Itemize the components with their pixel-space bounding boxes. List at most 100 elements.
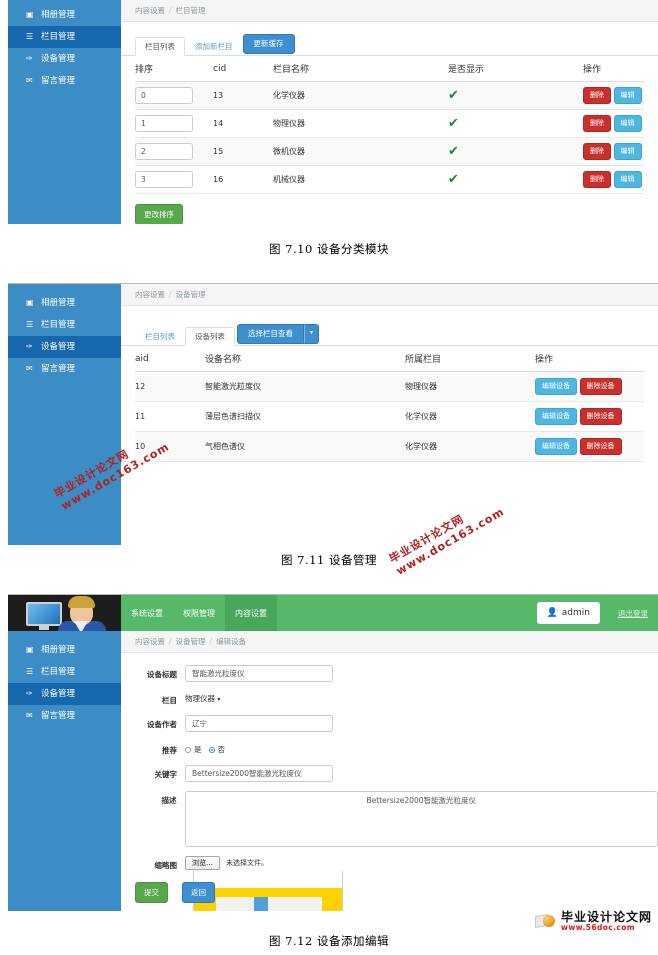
table-row: 0 13 化学仪器 ✔ 删除 编辑 bbox=[135, 81, 644, 110]
field-device-title: 设备标题 智能激光粒度仪 bbox=[127, 665, 658, 682]
cell-order: 2 bbox=[135, 137, 213, 166]
device-author-input[interactable]: 辽宁 bbox=[185, 715, 333, 732]
edit-button[interactable]: 编辑 bbox=[613, 171, 642, 188]
sidebar-item-column[interactable]: ☰ 栏目管理 bbox=[8, 314, 121, 336]
edit-button[interactable]: 编辑 bbox=[613, 87, 642, 104]
cell-cid: 14 bbox=[213, 109, 273, 138]
figure-caption-712: 图 7.12 设备添加编辑 bbox=[269, 934, 389, 948]
top-nav-items: 系统设置 权限管理 内容设置 bbox=[121, 595, 277, 631]
back-button[interactable]: 返回 bbox=[182, 882, 215, 903]
order-input[interactable]: 2 bbox=[135, 143, 193, 160]
order-input[interactable]: 0 bbox=[135, 87, 193, 104]
screenshot-column-management: ▣ 相册管理 ☰ 栏目管理 ✑ 设备管理 ✉ 留言管理 内容设置 / 栏目管理 bbox=[8, 0, 658, 224]
tab-column-list[interactable]: 栏目列表 bbox=[135, 36, 185, 56]
edit-button[interactable]: 编辑 bbox=[613, 143, 642, 160]
delete-device-button[interactable]: 删除设备 bbox=[579, 438, 622, 455]
sidebar-item-device[interactable]: ✑ 设备管理 bbox=[8, 683, 121, 705]
order-input[interactable]: 1 bbox=[135, 115, 193, 132]
table-header-row: 排序 cid 栏目名称 是否显示 操作 bbox=[135, 56, 644, 82]
delete-button[interactable]: 删除 bbox=[583, 171, 611, 188]
cell-cid: 16 bbox=[213, 165, 273, 194]
table-row: 3 16 机械仪器 ✔ 删除 编辑 bbox=[135, 165, 644, 194]
breadcrumb-item[interactable]: 内容设置 bbox=[135, 289, 165, 300]
sidebar: ▣ 相册管理 ☰ 栏目管理 ✑ 设备管理 ✉ 留言管理 bbox=[8, 284, 121, 545]
breadcrumb: 内容设置 / 设备管理 bbox=[121, 284, 658, 306]
sidebar-item-message[interactable]: ✉ 留言管理 bbox=[8, 70, 121, 92]
sidebar-item-label: 相册管理 bbox=[41, 645, 76, 655]
nav-item-content-settings[interactable]: 内容设置 bbox=[225, 595, 277, 631]
cell-visible: ✔ bbox=[448, 109, 583, 138]
field-device-author: 设备作者 辽宁 bbox=[127, 715, 658, 732]
device-title-input[interactable]: 智能激光粒度仪 bbox=[185, 665, 333, 682]
sidebar-item-album[interactable]: ▣ 相册管理 bbox=[8, 4, 121, 26]
select-column-button[interactable]: 选择栏目查看 bbox=[237, 323, 304, 344]
delete-device-button[interactable]: 删除设备 bbox=[579, 378, 622, 395]
edit-device-button[interactable]: 编辑设备 bbox=[535, 378, 577, 395]
refresh-cache-button[interactable]: 更新缓存 bbox=[242, 33, 295, 54]
list-icon: ☰ bbox=[26, 667, 34, 676]
breadcrumb-item[interactable]: 内容设置 bbox=[135, 636, 165, 647]
col-header-actions: 操作 bbox=[535, 346, 644, 372]
chevron-down-icon[interactable]: ▾ bbox=[304, 323, 320, 344]
column-table: 排序 cid 栏目名称 是否显示 操作 0 13 化学仪器 ✔ 删除 编辑 1 … bbox=[135, 56, 644, 194]
delete-button[interactable]: 删除 bbox=[583, 87, 611, 104]
device-edit-form: 设备标题 智能激光粒度仪 栏目 物理仪器 ▾ 设备作者 辽宁 推荐 是 否 关键… bbox=[121, 653, 658, 911]
cell-actions: 删除 编辑 bbox=[583, 137, 644, 166]
sidebar-item-column[interactable]: ☰ 栏目管理 bbox=[8, 661, 121, 683]
cell-cid: 13 bbox=[213, 81, 273, 110]
sidebar-item-label: 留言管理 bbox=[41, 76, 76, 86]
table-wrapper: aid 设备名称 所属栏目 操作 12 智能激光粒度仪 物理仪器 编辑设备 删除… bbox=[121, 346, 658, 462]
edit-icon: ✑ bbox=[26, 342, 33, 351]
breadcrumb-item: 编辑设备 bbox=[216, 637, 247, 646]
keywords-input[interactable]: Bettersize2000智能激光粒度仪 bbox=[185, 765, 333, 782]
nav-item-permission-management[interactable]: 权限管理 bbox=[173, 595, 225, 631]
sidebar-item-message[interactable]: ✉ 留言管理 bbox=[8, 705, 121, 727]
cell-order: 1 bbox=[135, 109, 213, 138]
sidebar-item-message[interactable]: ✉ 留言管理 bbox=[8, 358, 121, 380]
cell-device-name: 气相色谱仪 bbox=[205, 431, 405, 462]
sidebar-item-album[interactable]: ▣ 相册管理 bbox=[8, 292, 121, 314]
radio-yes[interactable] bbox=[185, 746, 191, 753]
sidebar-item-album[interactable]: ▣ 相册管理 bbox=[8, 639, 121, 661]
user-menu[interactable]: 👤 admin bbox=[536, 602, 600, 624]
thumbnail-preview bbox=[193, 871, 343, 911]
column-select[interactable]: 物理仪器 ▾ bbox=[185, 691, 220, 706]
select-column-dropdown[interactable]: 选择栏目查看 ▾ bbox=[237, 323, 320, 345]
radio-yes-label: 是 bbox=[194, 745, 202, 754]
breadcrumb-separator: / bbox=[209, 637, 213, 646]
edit-button[interactable]: 编辑 bbox=[613, 115, 642, 132]
sidebar-item-device[interactable]: ✑ 设备管理 bbox=[8, 48, 121, 70]
sidebar-item-column[interactable]: ☰ 栏目管理 bbox=[8, 26, 121, 48]
tab-column-list[interactable]: 栏目列表 bbox=[135, 327, 185, 346]
footer-logo: 毕业设计论文网 www.56doc.com bbox=[534, 911, 652, 932]
mail-icon: ✉ bbox=[26, 76, 33, 85]
field-description: 描述 Bettersize2000智能激光粒度仪 bbox=[127, 791, 658, 847]
delete-button[interactable]: 删除 bbox=[583, 115, 611, 132]
sidebar-item-label: 留言管理 bbox=[41, 364, 76, 374]
breadcrumb-item[interactable]: 内容设置 bbox=[135, 5, 165, 16]
tab-add-column[interactable]: 添加新栏目 bbox=[185, 37, 243, 56]
cell-name: 微机仪器 bbox=[273, 137, 448, 166]
breadcrumb-separator: / bbox=[169, 6, 172, 15]
delete-device-button[interactable]: 删除设备 bbox=[579, 408, 622, 425]
browse-button[interactable]: 浏览… bbox=[185, 856, 220, 871]
radio-no[interactable] bbox=[208, 746, 215, 753]
nav-item-system-settings[interactable]: 系统设置 bbox=[121, 595, 173, 631]
edit-device-button[interactable]: 编辑设备 bbox=[535, 408, 577, 425]
content-area: 内容设置 / 栏目管理 栏目列表 添加新栏目 更新缓存 排序 cid 栏目名称 … bbox=[121, 0, 658, 224]
field-column: 栏目 物理仪器 ▾ bbox=[127, 691, 658, 706]
content-area: 内容设置 / 设备管理 栏目列表 设备列表 选择栏目查看 ▾ aid 设备名称 bbox=[121, 284, 658, 545]
logout-link[interactable]: 退出登录 bbox=[618, 608, 648, 619]
col-header-visible: 是否显示 bbox=[448, 56, 583, 82]
breadcrumb-separator: / bbox=[169, 290, 172, 299]
delete-button[interactable]: 删除 bbox=[583, 143, 611, 160]
change-order-button[interactable]: 更改排序 bbox=[135, 204, 183, 224]
order-input[interactable]: 3 bbox=[135, 171, 193, 188]
edit-device-button[interactable]: 编辑设备 bbox=[535, 438, 577, 455]
tab-device-list[interactable]: 设备列表 bbox=[185, 326, 235, 346]
submit-button[interactable]: 提交 bbox=[135, 882, 168, 903]
description-textarea[interactable]: Bettersize2000智能激光粒度仪 bbox=[184, 791, 658, 847]
sidebar-item-device[interactable]: ✑ 设备管理 bbox=[8, 336, 121, 358]
cell-actions: 编辑设备 删除设备 bbox=[535, 371, 644, 402]
breadcrumb-item[interactable]: 设备管理 bbox=[176, 636, 206, 647]
